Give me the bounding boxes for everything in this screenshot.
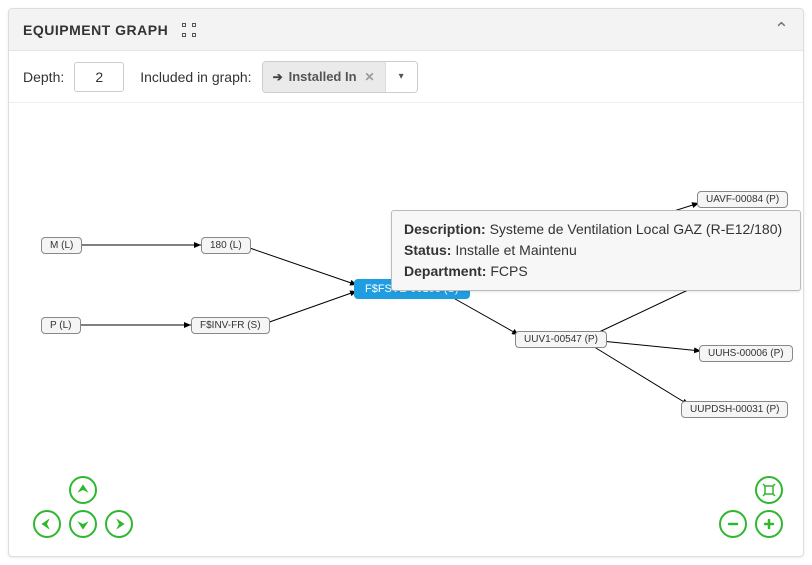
filter-chip-group: ➔ Installed In ✕ ▾ <box>262 61 418 93</box>
toolbar: Depth: Included in graph: ➔ Installed In… <box>9 51 803 103</box>
graph-canvas[interactable]: M (L) P (L) 180 (L) F$INV-FR (S) F$FSVE-… <box>9 103 803 556</box>
node-tooltip: Description: Systeme de Ventilation Loca… <box>391 210 801 291</box>
graph-node-uuv1[interactable]: UUV1-00547 (P) <box>515 331 607 348</box>
panel-title: EQUIPMENT GRAPH <box>23 22 168 38</box>
depth-label: Depth: <box>23 69 64 85</box>
graph-node-finv-fr[interactable]: F$INV-FR (S) <box>191 317 270 334</box>
zoom-in-button[interactable] <box>755 510 783 538</box>
panel-header: EQUIPMENT GRAPH ⌃ <box>9 9 803 51</box>
collapse-icon[interactable]: ⌃ <box>774 19 789 40</box>
tooltip-row-description: Description: Systeme de Ventilation Loca… <box>404 219 788 240</box>
graph-node-uupdsh[interactable]: UUPDSH-00031 (P) <box>681 401 788 418</box>
graph-node-180[interactable]: 180 (L) <box>201 237 251 254</box>
chip-label: Installed In <box>289 69 357 84</box>
chip-remove-icon[interactable]: ✕ <box>365 70 375 84</box>
graph-node-p[interactable]: P (L) <box>41 317 81 334</box>
zoom-out-button[interactable] <box>719 510 747 538</box>
tooltip-row-department: Department: FCPS <box>404 261 788 282</box>
depth-input[interactable] <box>74 62 124 92</box>
graph-node-m[interactable]: M (L) <box>41 237 82 254</box>
fullscreen-icon[interactable] <box>182 23 196 37</box>
pan-down-button[interactable] <box>69 510 97 538</box>
graph-node-uavf[interactable]: UAVF-00084 (P) <box>697 191 788 208</box>
included-label: Included in graph: <box>140 69 251 85</box>
chip-dropdown-caret[interactable]: ▾ <box>385 62 417 92</box>
pan-up-button[interactable] <box>69 476 97 504</box>
tooltip-row-status: Status: Installe et Maintenu <box>404 240 788 261</box>
graph-edges <box>9 103 803 556</box>
pan-left-button[interactable] <box>33 510 61 538</box>
fit-to-screen-button[interactable] <box>755 476 783 504</box>
equipment-graph-panel: EQUIPMENT GRAPH ⌃ Depth: Included in gra… <box>8 8 804 557</box>
filter-chip-installed-in[interactable]: ➔ Installed In ✕ <box>263 62 385 92</box>
pan-right-button[interactable] <box>105 510 133 538</box>
graph-node-uuhs[interactable]: UUHS-00006 (P) <box>699 345 793 362</box>
arrow-right-icon: ➔ <box>273 70 283 84</box>
